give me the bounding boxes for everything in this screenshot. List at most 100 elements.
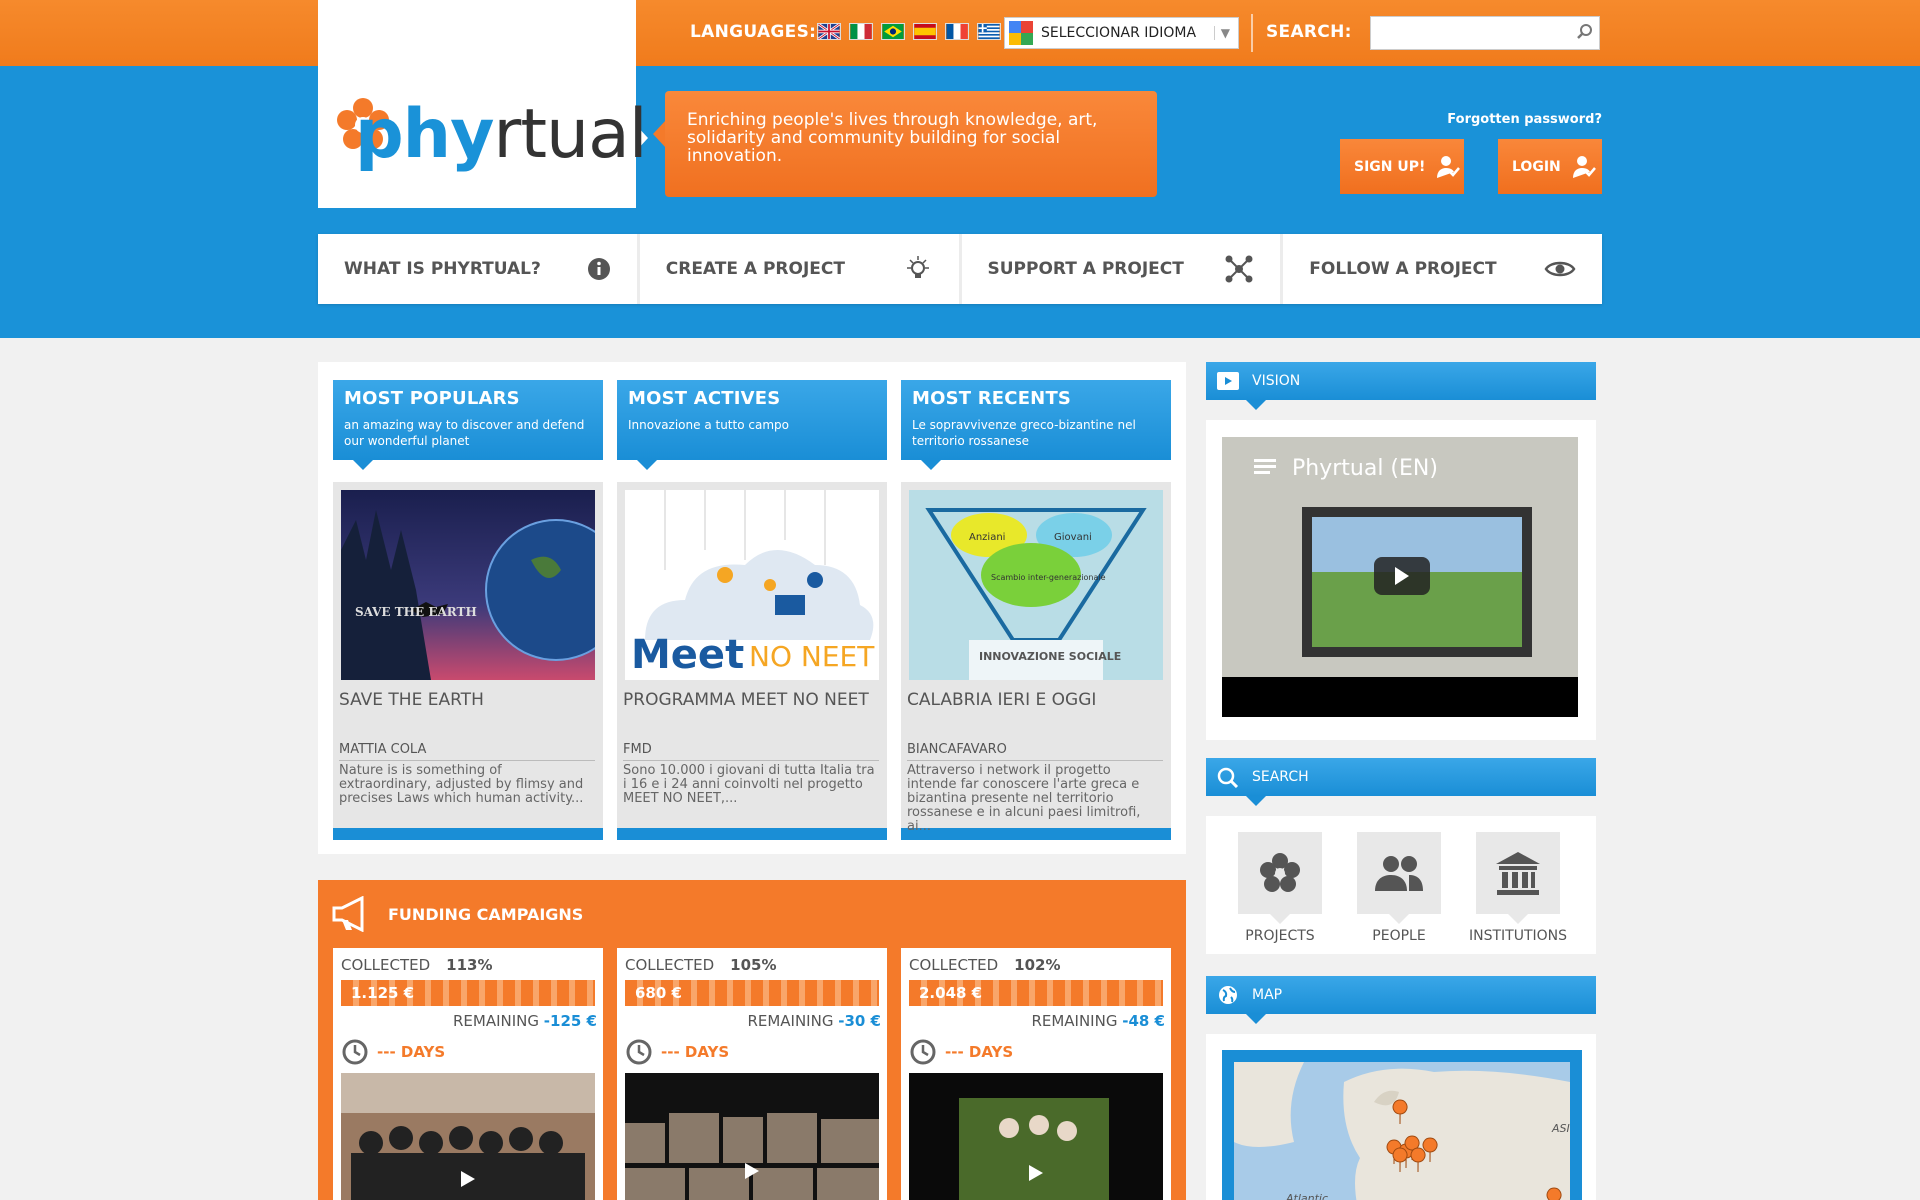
- map-header: MAP: [1206, 976, 1596, 1024]
- card-author[interactable]: FMD: [623, 742, 652, 757]
- nav-what-is-phyrtual[interactable]: WHAT IS PHYRTUAL?: [318, 234, 640, 304]
- card-subheading: an amazing way to discover and defend ou…: [344, 418, 585, 448]
- info-icon: [587, 258, 610, 280]
- card-title[interactable]: CALABRIA IERI E OGGI: [907, 690, 1096, 710]
- login-button[interactable]: LOGIN: [1498, 139, 1602, 194]
- nav-label: SUPPORT A PROJECT: [987, 259, 1184, 279]
- progress-bar: 2.048 €: [909, 980, 1163, 1006]
- vision-label: VISION: [1252, 373, 1301, 389]
- funding-title: FUNDING CAMPAIGNS: [388, 905, 584, 924]
- flag-es-icon[interactable]: [913, 23, 937, 40]
- megaphone-icon: [332, 896, 364, 932]
- map-widget[interactable]: Atlantic ASI: [1222, 1050, 1582, 1200]
- search-institutions-button[interactable]: [1476, 832, 1560, 924]
- anziani-text: Anziani: [969, 532, 1005, 543]
- user-add-icon: [1437, 155, 1461, 178]
- lightbulb-icon: [906, 256, 929, 278]
- collected-pct: 102%: [1014, 956, 1061, 974]
- campaign-photo[interactable]: [341, 1073, 595, 1200]
- main-nav: WHAT IS PHYRTUAL? CREATE A PROJECT SUPPO…: [318, 234, 1602, 304]
- signup-button[interactable]: SIGN UP!: [1340, 139, 1464, 194]
- collected-label: COLLECTED: [625, 956, 715, 974]
- scambio-text: Scambio inter-generazionale: [991, 573, 1106, 582]
- search-section-label: SEARCH: [1252, 769, 1309, 785]
- search-icon[interactable]: [1576, 23, 1594, 41]
- eye-icon: [1544, 261, 1576, 277]
- search-label: SEARCH:: [1266, 22, 1352, 42]
- days-left: --- DAYS: [945, 1043, 1014, 1061]
- remaining-label: REMAINING: [747, 1012, 834, 1030]
- funding-card[interactable]: COLLECTED 113% 1.125 € REMAINING -125 € -…: [333, 948, 603, 1200]
- card-body: SAVE THE EARTH SAVE THE EARTH MATTIA COL…: [333, 482, 603, 828]
- project-card-popular[interactable]: MOST POPULARS an amazing way to discover…: [333, 380, 603, 840]
- campaign-photo[interactable]: [909, 1073, 1163, 1200]
- giovani-text: Giovani: [1054, 532, 1092, 543]
- flag-uk-icon[interactable]: [817, 23, 841, 40]
- nav-create-project[interactable]: CREATE A PROJECT: [640, 234, 962, 304]
- forgot-password-link[interactable]: Forgotten password?: [1440, 112, 1602, 127]
- nav-support-project[interactable]: SUPPORT A PROJECT: [962, 234, 1284, 304]
- people-label[interactable]: PEOPLE: [1357, 928, 1441, 944]
- funding-card[interactable]: COLLECTED 102% 2.048 € REMAINING -48 € --…: [901, 948, 1171, 1200]
- language-select[interactable]: SELECCIONAR IDIOMA ▼: [1004, 17, 1239, 49]
- network-icon: [1225, 255, 1253, 283]
- no-neet-text: NO NEET: [749, 640, 875, 673]
- meet-text: Meet: [631, 632, 744, 678]
- card-title[interactable]: PROGRAMMA MEET NO NEET: [623, 690, 869, 710]
- campaign-photo[interactable]: [625, 1073, 879, 1200]
- card-description: Nature is is something of extraordinary,…: [339, 760, 595, 806]
- project-card-active[interactable]: MOST ACTIVES Innovazione a tutto campo M…: [617, 380, 887, 840]
- card-title[interactable]: SAVE THE EARTH: [339, 690, 484, 710]
- clock-icon: [342, 1039, 368, 1065]
- innovazione-sociale-image[interactable]: Anziani Giovani Scambio inter-generazion…: [909, 490, 1163, 680]
- nav-follow-project[interactable]: FOLLOW A PROJECT: [1283, 234, 1602, 304]
- card-body: Meet NO NEET PROGRAMMA MEET NO NEET FMD …: [617, 482, 887, 828]
- collected-amount: 680 €: [635, 984, 682, 1002]
- save-the-earth-image[interactable]: SAVE THE EARTH: [341, 490, 595, 680]
- card-header: MOST ACTIVES Innovazione a tutto campo: [617, 380, 887, 470]
- collected-amount: 1.125 €: [351, 984, 415, 1002]
- flag-br-icon[interactable]: [881, 23, 905, 40]
- signup-label: SIGN UP!: [1354, 158, 1426, 175]
- search-header: SEARCH: [1206, 758, 1596, 806]
- card-heading: MOST ACTIVES: [628, 388, 781, 409]
- collected-pct: 105%: [730, 956, 777, 974]
- card-heading: MOST RECENTS: [912, 388, 1072, 409]
- card-description: Attraverso i network il progetto intende…: [907, 760, 1163, 834]
- remaining-label: REMAINING: [1031, 1012, 1118, 1030]
- card-author[interactable]: MATTIA COLA: [339, 742, 426, 757]
- map-label-asia: ASI: [1551, 1122, 1570, 1135]
- search-projects-button[interactable]: [1238, 832, 1322, 924]
- innovazione-text: INNOVAZIONE SOCIALE: [979, 650, 1121, 663]
- languages-label: LANGUAGES:: [690, 22, 817, 42]
- card-subheading: Innovazione a tutto campo: [628, 418, 789, 432]
- card-author[interactable]: BIANCAFAVARO: [907, 742, 1007, 757]
- flag-it-icon[interactable]: [849, 23, 873, 40]
- search-icon: [1217, 767, 1239, 788]
- search-input[interactable]: [1370, 16, 1600, 50]
- remaining-amount: -125 €: [543, 1012, 597, 1030]
- top-divider: [1251, 14, 1253, 52]
- project-card-recent[interactable]: MOST RECENTS Le sopravvivenze greco-biza…: [901, 380, 1171, 840]
- card-heading: MOST POPULARS: [344, 388, 520, 409]
- globe-icon: [1219, 986, 1237, 1004]
- login-label: LOGIN: [1512, 158, 1561, 175]
- card-header: MOST POPULARS an amazing way to discover…: [333, 380, 603, 470]
- people-icon: [1375, 856, 1423, 891]
- progress-bar: 1.125 €: [341, 980, 595, 1006]
- meet-no-neet-image[interactable]: Meet NO NEET: [625, 490, 879, 680]
- map-canvas[interactable]: Atlantic ASI: [1234, 1062, 1570, 1200]
- flag-gr-icon[interactable]: [977, 23, 1001, 40]
- collected-label: COLLECTED: [909, 956, 999, 974]
- search-people-button[interactable]: [1357, 832, 1441, 924]
- progress-bar: 680 €: [625, 980, 879, 1006]
- nav-label: CREATE A PROJECT: [665, 259, 845, 279]
- earth-text: SAVE THE EARTH: [355, 605, 477, 619]
- remaining-label: REMAINING: [453, 1012, 540, 1030]
- language-select-label: SELECCIONAR IDIOMA: [1041, 25, 1197, 41]
- video-title: Phyrtual (EN): [1292, 456, 1438, 481]
- institutions-label[interactable]: INSTITUTIONS: [1458, 928, 1578, 944]
- funding-card[interactable]: COLLECTED 105% 680 € REMAINING -30 € --- …: [617, 948, 887, 1200]
- projects-label[interactable]: PROJECTS: [1238, 928, 1322, 944]
- flag-fr-icon[interactable]: [945, 23, 969, 40]
